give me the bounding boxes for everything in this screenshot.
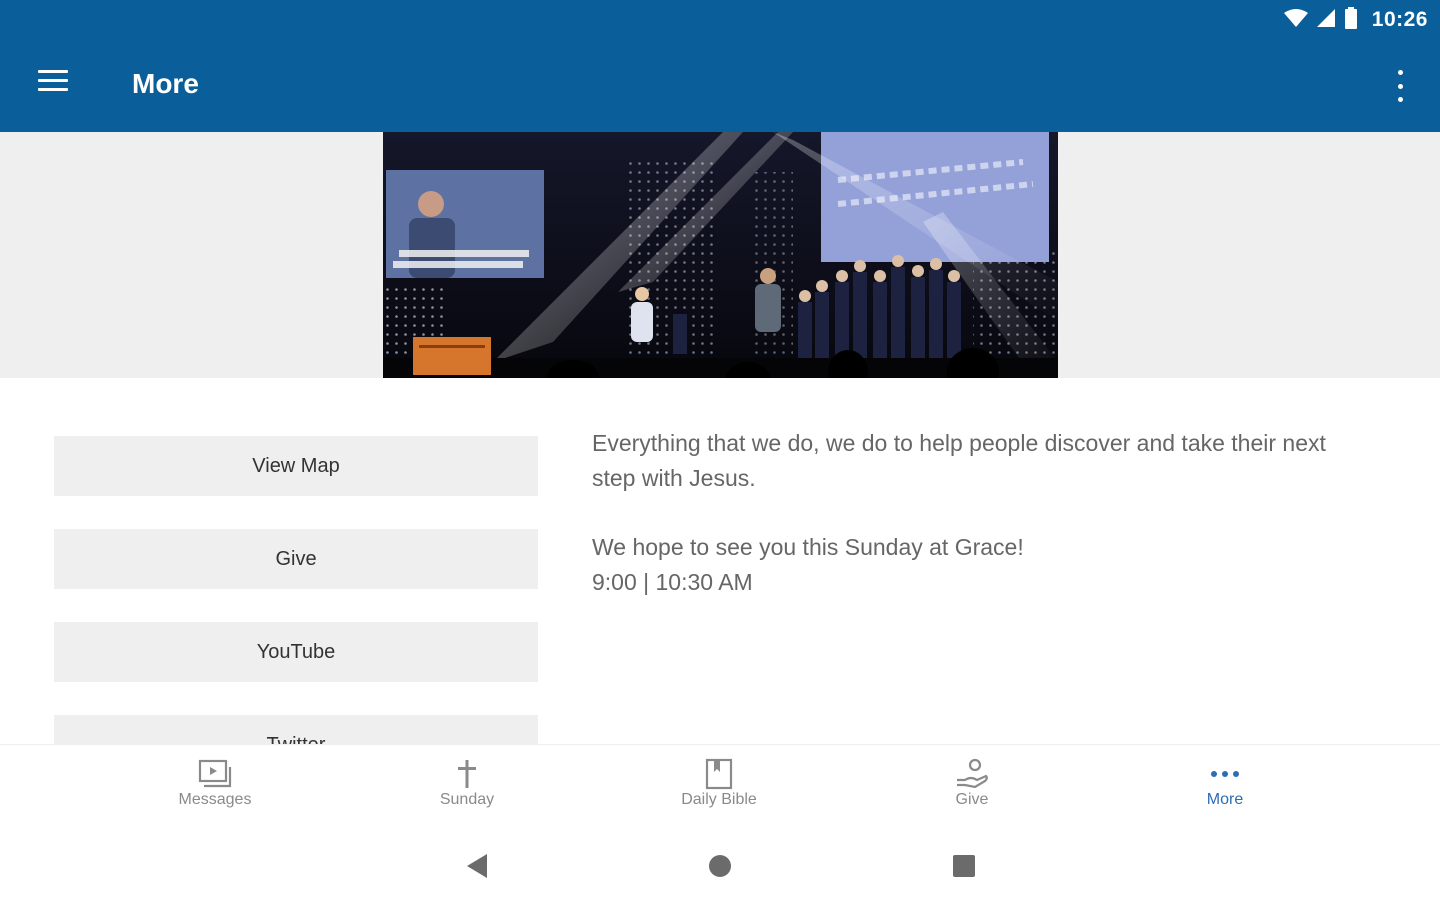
overflow-menu-icon[interactable] (1390, 70, 1410, 102)
give-button[interactable]: Give (54, 529, 538, 589)
service-times: 9:00 | 10:30 AM (592, 569, 753, 595)
nav-more-label: More (1206, 791, 1244, 808)
messages-icon (198, 757, 232, 791)
status-time: 10:26 (1371, 8, 1428, 31)
nav-more[interactable]: More (1145, 757, 1305, 809)
more-dots-icon (1210, 757, 1240, 791)
nav-messages-label: Messages (178, 791, 252, 808)
cross-icon (455, 757, 479, 791)
wifi-icon (1283, 8, 1308, 33)
status-bar: 10:26 (1283, 6, 1428, 34)
app-bar: 10:26 More (0, 0, 1440, 132)
bottom-navigation: Messages Sunday Daily Bible Give More (0, 744, 1440, 829)
give-hand-icon (955, 757, 989, 791)
view-map-button[interactable]: View Map (54, 436, 538, 496)
bible-icon (705, 757, 733, 791)
nav-messages[interactable]: Messages (135, 757, 295, 809)
page-title: More (132, 68, 199, 99)
youtube-button[interactable]: YouTube (54, 622, 538, 682)
back-icon[interactable] (463, 852, 491, 880)
twitter-button[interactable]: Twitter (54, 715, 538, 744)
hamburger-menu-icon[interactable] (32, 64, 76, 106)
service-invite: We hope to see you this Sunday at Grace! (592, 534, 1024, 560)
about-text: Everything that we do, we do to help peo… (592, 426, 1372, 600)
worship-stage-photo (383, 132, 1058, 378)
battery-icon (1344, 6, 1358, 34)
recents-icon[interactable] (950, 852, 978, 880)
link-button-list: View Map Give YouTube Twitter (54, 436, 538, 744)
content-area: View Map Give YouTube Twitter Everything… (0, 378, 1440, 744)
system-navigation-bar (0, 828, 1440, 900)
nav-sunday[interactable]: Sunday (387, 757, 547, 809)
left-screen-caption (399, 250, 529, 257)
nav-give-label: Give (955, 791, 989, 808)
nav-daily-bible[interactable]: Daily Bible (639, 757, 799, 809)
hero-band (0, 132, 1440, 378)
mission-statement: Everything that we do, we do to help peo… (592, 430, 1326, 491)
nav-sunday-label: Sunday (439, 791, 495, 808)
nav-daily-bible-label: Daily Bible (681, 791, 757, 808)
home-icon[interactable] (706, 852, 734, 880)
nav-give[interactable]: Give (892, 757, 1052, 809)
cell-signal-icon (1316, 8, 1336, 33)
